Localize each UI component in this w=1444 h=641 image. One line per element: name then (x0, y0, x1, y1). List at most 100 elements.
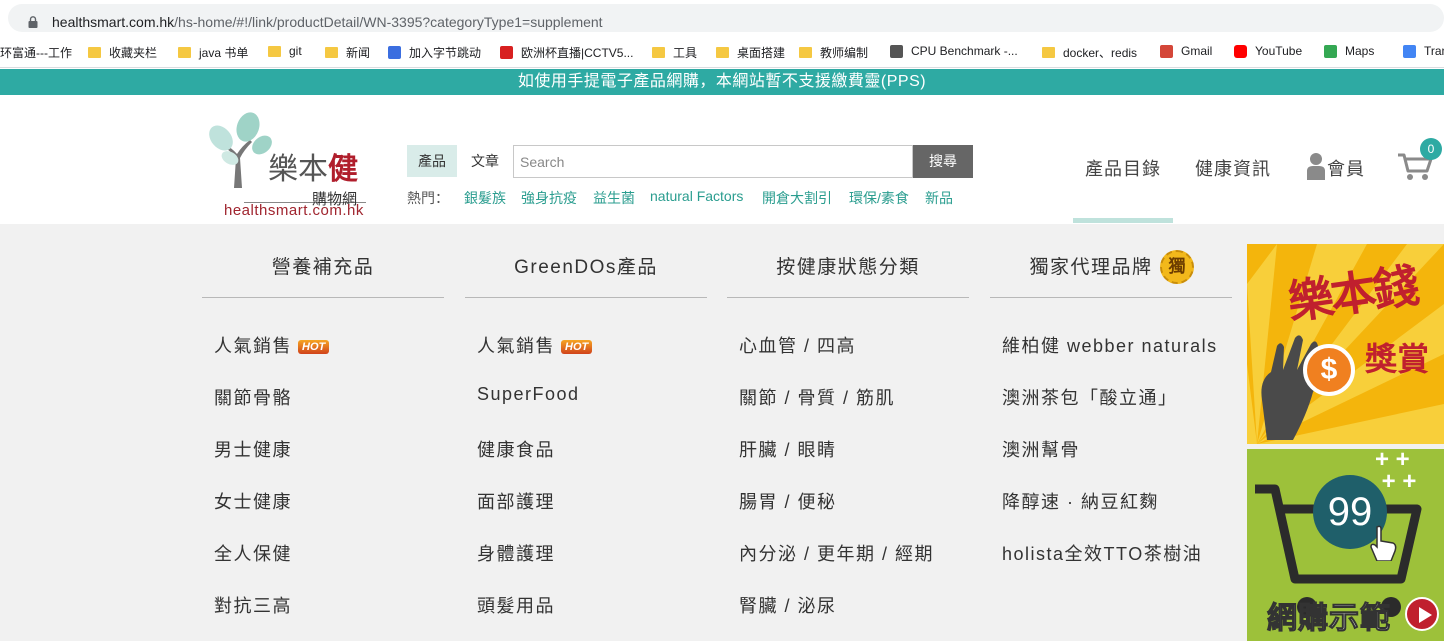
site-logo[interactable]: 樂本健 購物網 healthsmart.com.hk (204, 110, 374, 219)
bookmark-label: 教师编制 (820, 46, 869, 60)
bookmark-item[interactable]: 收藏夹栏 (88, 44, 157, 61)
folder-icon (1042, 47, 1055, 58)
bookmark-label: 加入字节跳动 (409, 46, 482, 60)
bookmark-item[interactable]: git (268, 44, 302, 58)
bookmark-label: 欧洲杯直播|CCTV5... (521, 46, 634, 60)
hot-link-silver[interactable]: 銀髮族 (464, 188, 506, 208)
folder-icon (88, 47, 101, 58)
pointer-hand-icon (1370, 525, 1397, 561)
menu-item[interactable]: 健康食品 (477, 436, 555, 462)
menu-item[interactable]: 維柏健 webber naturals (1002, 332, 1218, 358)
menu-item[interactable]: 男士健康 (214, 436, 292, 462)
bookmark-label: Tran (1424, 44, 1444, 58)
folder-icon (716, 47, 729, 58)
hot-link-clearance[interactable]: 開倉大割引 (762, 188, 832, 208)
menu-item[interactable]: 對抗三高 (214, 592, 292, 618)
hot-link-new[interactable]: 新品 (925, 188, 953, 208)
url-path: /hs-home/#!/link/productDetail/WN-3395?c… (174, 14, 603, 30)
menu-item[interactable]: 人氣銷售 HOT (214, 332, 330, 358)
shopping-demo-banner[interactable]: + + + + 99 網購示範 (1247, 449, 1444, 641)
menu-item[interactable]: 降醇速 · 納豆紅麴 (1002, 488, 1159, 514)
menu-item-label: 人氣銷售 (214, 336, 292, 356)
folder-icon (178, 47, 191, 58)
cctv5-icon (500, 46, 513, 59)
hot-link-immunity[interactable]: 強身抗疫 (521, 188, 577, 208)
youtube-icon (1234, 44, 1247, 58)
tree-icon (209, 112, 272, 188)
menu-item[interactable]: 腸胃 / 便秘 (739, 488, 837, 514)
user-icon[interactable] (1307, 152, 1325, 180)
browser-url-bar: healthsmart.com.hk/hs-home/#!/link/produ… (0, 0, 1444, 36)
tab-products[interactable]: 產品 (407, 145, 457, 177)
menu-item[interactable]: SuperFood (477, 384, 580, 405)
column-title[interactable]: 按健康狀態分類 (727, 252, 969, 279)
nav-member[interactable]: 會員 (1327, 155, 1365, 181)
menu-item[interactable]: 澳洲茶包「酸立通」 (1002, 384, 1178, 410)
folder-icon (652, 47, 665, 58)
menu-item[interactable]: 內分泌 / 更年期 / 經期 (739, 540, 934, 566)
bookmark-item[interactable]: 环富通---工作 (0, 44, 72, 61)
bookmark-item[interactable]: Maps (1324, 44, 1374, 58)
nav-active-indicator (1073, 218, 1173, 223)
chip-icon (890, 44, 903, 58)
bookmark-item[interactable]: Gmail (1160, 44, 1212, 58)
url-text: healthsmart.com.hk/hs-home/#!/link/produ… (52, 14, 603, 30)
menu-item[interactable]: 肝臟 / 眼睛 (739, 436, 837, 462)
menu-item[interactable]: 關節骨骼 (214, 384, 292, 410)
bookmark-item[interactable]: java 书单 (178, 44, 248, 61)
rewards-banner[interactable]: 樂本錢 獎賞 $ (1247, 244, 1444, 444)
column-title[interactable]: 營養補充品 (202, 252, 444, 279)
bookmark-label: git (289, 44, 302, 58)
menu-item[interactable]: 頭髮用品 (477, 592, 555, 618)
bookmark-item[interactable]: docker、redis (1042, 44, 1137, 61)
bookmark-label: docker、redis (1063, 46, 1138, 60)
bookmark-item[interactable]: 教师编制 (799, 44, 868, 61)
menu-item[interactable]: 心血管 / 四高 (739, 332, 856, 358)
bookmark-item[interactable]: Tran (1403, 44, 1444, 58)
gmail-icon (1160, 44, 1173, 58)
hot-searches-label: 熱門： (407, 190, 449, 206)
bookmark-label: CPU Benchmark -... (911, 44, 1018, 58)
bookmark-label: 桌面搭建 (737, 46, 786, 60)
folder-icon (799, 47, 812, 58)
hot-link-natural-factors[interactable]: natural Factors (650, 188, 743, 204)
search-input[interactable] (513, 145, 913, 178)
menu-item[interactable]: 女士健康 (214, 488, 292, 514)
notice-banner: 如使用手提電子產品網購，本網站暫不支援繳費靈(PPS) (0, 69, 1444, 95)
logo-name-main: 樂本 (268, 152, 328, 187)
bookmark-label: 新闻 (346, 46, 371, 60)
bookmark-item[interactable]: CPU Benchmark -... (890, 44, 1018, 58)
search-button[interactable]: 搜尋 (913, 145, 973, 178)
bookmark-item[interactable]: 加入字节跳动 (388, 44, 481, 61)
bookmark-item[interactable]: 工具 (652, 44, 697, 61)
bookmark-item[interactable]: 新闻 (325, 44, 370, 61)
hot-link-vegetarian[interactable]: 環保/素食 (849, 188, 909, 208)
bookmark-item[interactable]: 欧洲杯直播|CCTV5... (500, 44, 633, 61)
hot-link-probiotics[interactable]: 益生菌 (593, 188, 635, 208)
tab-articles[interactable]: 文章 (460, 145, 510, 177)
bookmark-label: 收藏夹栏 (109, 46, 158, 60)
menu-item[interactable]: 全人保健 (214, 540, 292, 566)
nav-product-catalog[interactable]: 產品目錄 (1085, 155, 1161, 181)
menu-item[interactable]: 身體護理 (477, 540, 555, 566)
address-field[interactable]: healthsmart.com.hk/hs-home/#!/link/produ… (8, 4, 1444, 32)
menu-item-label: 人氣銷售 (477, 336, 555, 356)
column-title[interactable]: GreenDOs產品 (465, 252, 707, 279)
bookmark-label: YouTube (1255, 44, 1303, 58)
bookmark-label: 工具 (673, 46, 698, 60)
menu-item[interactable]: 關節 / 骨質 / 筋肌 (739, 384, 895, 410)
menu-item[interactable]: 面部護理 (477, 488, 555, 514)
site-header: 樂本健 購物網 healthsmart.com.hk 產品 文章 搜尋 熱門： … (0, 95, 1444, 224)
bookmark-item[interactable]: 桌面搭建 (716, 44, 785, 61)
menu-item[interactable]: 澳洲幫骨 (1002, 436, 1080, 462)
bookmark-label: Gmail (1181, 44, 1213, 58)
menu-item[interactable]: 人氣銷售 HOT (477, 332, 593, 358)
play-icon (1405, 597, 1439, 631)
nav-health-info[interactable]: 健康資訊 (1195, 155, 1271, 181)
bar-chart-icon (388, 46, 401, 59)
bookmark-label: Maps (1345, 44, 1375, 58)
exclusive-badge-icon: 獨 (1160, 250, 1194, 284)
menu-item[interactable]: holista全效TTO茶樹油 (1002, 540, 1202, 566)
menu-item[interactable]: 腎臟 / 泌尿 (739, 592, 837, 618)
bookmark-item[interactable]: YouTube (1234, 44, 1302, 58)
